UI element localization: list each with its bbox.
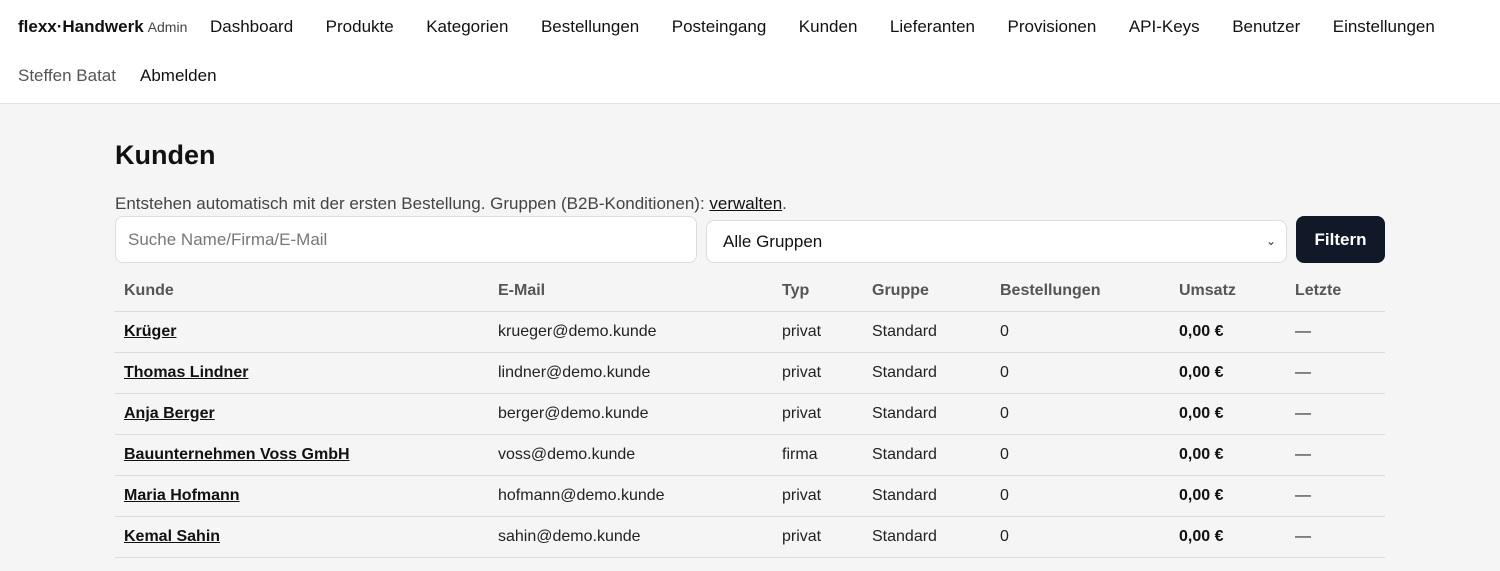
type-cell: privat: [773, 475, 863, 517]
orders-cell: 0: [991, 434, 1170, 476]
user-row: Steffen Batat Abmelden: [18, 66, 217, 86]
nav-item-kategorien[interactable]: Kategorien: [426, 17, 508, 37]
chevron-down-icon: ⌄: [1265, 234, 1276, 248]
last-order-cell: —: [1286, 516, 1385, 558]
group-cell: Standard: [863, 352, 991, 394]
orders-cell: 0: [991, 475, 1170, 517]
email-cell: hofmann@demo.kunde: [489, 475, 773, 517]
customer-name-cell: Bauunternehmen Voss GmbH: [115, 434, 489, 476]
customer-name-cell: Krüger: [115, 311, 489, 353]
manage-groups-link[interactable]: verwalten: [709, 194, 782, 213]
customer-link[interactable]: Kemal Sahin: [124, 528, 220, 545]
column-header-letzte: Letzte: [1286, 271, 1385, 312]
group-cell: Standard: [863, 393, 991, 435]
intro-end: .: [782, 194, 787, 213]
revenue-cell: 0,00 €: [1170, 393, 1286, 435]
group-select-value: Alle Gruppen: [723, 231, 823, 251]
customer-name-cell: Anja Berger: [115, 393, 489, 435]
email-cell: lindner@demo.kunde: [489, 352, 773, 394]
group-cell: Standard: [863, 516, 991, 558]
orders-cell: 0: [991, 352, 1170, 394]
last-order-cell: —: [1286, 475, 1385, 517]
table-row: Thomas Lindner lindner@demo.kunde privat St…: [115, 352, 1385, 394]
search-input[interactable]: [115, 216, 697, 263]
column-header-typ: Typ: [773, 271, 863, 312]
nav-item-produkte[interactable]: Produkte: [326, 17, 394, 37]
nav-item-posteingang[interactable]: Posteingang: [672, 17, 767, 37]
page-intro: Entstehen automatisch mit der ersten Bes…: [115, 194, 1385, 214]
customer-link[interactable]: Bauunternehmen Voss GmbH: [124, 446, 350, 463]
current-user-name: Steffen Batat: [18, 66, 116, 85]
table-row: Maria Hofmann hofmann@demo.kunde privat Sta…: [115, 475, 1385, 517]
nav-item-einstellungen[interactable]: Einstellungen: [1333, 17, 1435, 37]
revenue-cell: 0,00 €: [1170, 475, 1286, 517]
column-header-kunde: Kunde: [115, 271, 489, 312]
filter-button[interactable]: Filtern: [1296, 216, 1385, 263]
orders-cell: 0: [991, 393, 1170, 435]
nav-item-provisionen[interactable]: Provisionen: [1008, 17, 1097, 37]
logout-link[interactable]: Abmelden: [140, 66, 217, 86]
column-header-gruppe: Gruppe: [863, 271, 991, 312]
brand-name: flexx·Handwerk: [18, 17, 144, 36]
orders-cell: 0: [991, 516, 1170, 558]
customer-name-cell: Kemal Sahin: [115, 516, 489, 558]
table-row: Kemal Sahin sahin@demo.kunde privat Standar…: [115, 516, 1385, 558]
type-cell: firma: [773, 434, 863, 476]
last-order-cell: —: [1286, 393, 1385, 435]
group-cell: Standard: [863, 311, 991, 353]
table-row: Anja Berger berger@demo.kunde privat Standa…: [115, 393, 1385, 435]
column-header-umsatz: Umsatz: [1170, 271, 1286, 312]
type-cell: privat: [773, 352, 863, 394]
customer-link[interactable]: Anja Berger: [124, 405, 215, 422]
last-order-cell: —: [1286, 311, 1385, 353]
type-cell: privat: [773, 516, 863, 558]
top-navigation-bar: flexx·Handwerk Admin Dashboard Produkte Kat…: [0, 0, 1500, 104]
column-header-email: E-Mail: [489, 271, 773, 312]
column-header-bestellungen: Bestellungen: [991, 271, 1170, 312]
email-cell: berger@demo.kunde: [489, 393, 773, 435]
customer-name-cell: Thomas Lindner: [115, 352, 489, 394]
revenue-cell: 0,00 €: [1170, 434, 1286, 476]
table-row: Bauunternehmen Voss GmbH voss@demo.kunde f…: [115, 434, 1385, 476]
filter-bar: Alle Gruppen ⌄ Filtern: [115, 216, 1385, 264]
brand[interactable]: flexx·Handwerk Admin: [18, 17, 187, 37]
page-title: Kunden: [115, 140, 216, 170]
group-cell: Standard: [863, 475, 991, 517]
nav-item-api-keys[interactable]: API-Keys: [1129, 17, 1200, 37]
group-cell: Standard: [863, 434, 991, 476]
email-cell: sahin@demo.kunde: [489, 516, 773, 558]
type-cell: privat: [773, 311, 863, 353]
nav-item-kunden[interactable]: Kunden: [799, 17, 858, 37]
table-row: Krüger krueger@demo.kunde privat Standard 0 0…: [115, 311, 1385, 353]
customers-table: Kunde E-Mail Typ Gruppe Bestellungen Umsatz Le…: [115, 271, 1385, 558]
customer-name-cell: Maria Hofmann: [115, 475, 489, 517]
last-order-cell: —: [1286, 352, 1385, 394]
main-content: Kunden Entstehen automatisch mit der ers…: [115, 104, 1385, 558]
revenue-cell: 0,00 €: [1170, 516, 1286, 558]
nav-item-bestellungen[interactable]: Bestellungen: [541, 17, 639, 37]
email-cell: krueger@demo.kunde: [489, 311, 773, 353]
nav-item-dashboard[interactable]: Dashboard: [210, 17, 293, 37]
email-cell: voss@demo.kunde: [489, 434, 773, 476]
intro-text: Entstehen automatisch mit der ersten Bes…: [115, 194, 710, 213]
table-header-row: Kunde E-Mail Typ Gruppe Bestellungen Umsatz Le…: [115, 271, 1385, 312]
orders-cell: 0: [991, 311, 1170, 353]
main-nav: Dashboard Produkte Kategorien Bestellungen P…: [210, 17, 1467, 37]
brand-sub: Admin: [147, 19, 188, 35]
customer-link[interactable]: Krüger: [124, 323, 176, 340]
nav-item-lieferanten[interactable]: Lieferanten: [890, 17, 975, 37]
customer-link[interactable]: Thomas Lindner: [124, 364, 248, 381]
type-cell: privat: [773, 393, 863, 435]
table-body: Krüger krueger@demo.kunde privat Standard 0 0…: [115, 311, 1385, 558]
customer-link[interactable]: Maria Hofmann: [124, 487, 240, 504]
last-order-cell: —: [1286, 434, 1385, 476]
revenue-cell: 0,00 €: [1170, 352, 1286, 394]
revenue-cell: 0,00 €: [1170, 311, 1286, 353]
group-select[interactable]: Alle Gruppen ⌄: [706, 220, 1287, 263]
nav-item-benutzer[interactable]: Benutzer: [1232, 17, 1300, 37]
